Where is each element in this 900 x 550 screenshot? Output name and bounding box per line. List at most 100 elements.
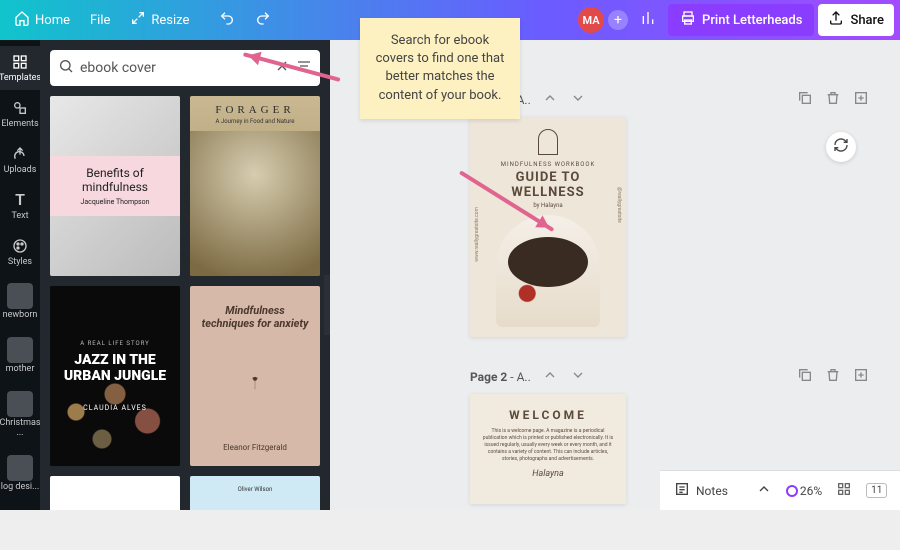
bar-chart-icon [640, 10, 656, 30]
resize-icon [130, 10, 146, 30]
page-header: Page 2 - A.. [470, 367, 870, 386]
notes-label: Notes [696, 484, 728, 498]
search-icon [58, 58, 74, 78]
templates-icon [10, 52, 30, 72]
page-header: Page 1 - A.. [470, 90, 870, 109]
page-move-up-button[interactable] [541, 367, 559, 386]
rail-uploads[interactable]: Uploads [0, 138, 40, 182]
redo-icon [255, 10, 271, 30]
annotation-note: Search for ebook covers to find one that… [360, 18, 520, 119]
rail-templates[interactable]: Templates [0, 46, 40, 90]
rail-label: newborn [3, 311, 38, 321]
share-icon [828, 10, 844, 30]
resize-label: Resize [151, 13, 189, 28]
template-card[interactable]: Benefits of mindfulness Jacqueline Thomp… [50, 96, 180, 276]
template-subtitle: A Journey in Food and Nature [216, 118, 295, 125]
canvas-page[interactable]: WELCOME This is a welcome page. A magazi… [470, 394, 626, 504]
home-button[interactable]: Home [6, 5, 78, 35]
template-preview [190, 330, 320, 435]
page-move-down-button[interactable] [569, 90, 587, 109]
annotation-text: Search for ebook covers to find one that… [376, 33, 505, 103]
insights-button[interactable] [632, 5, 664, 35]
rail-project-mother[interactable]: mother [0, 329, 40, 381]
doc-title: GUIDE TOWELLNESS [511, 170, 584, 200]
styles-icon [10, 236, 30, 256]
template-title: Benefits of mindfulness [58, 166, 172, 194]
notes-button[interactable]: Notes [674, 481, 728, 500]
template-card[interactable]: FORAGER A Journey in Food and Nature [190, 96, 320, 276]
slider-knob-icon [786, 485, 798, 497]
rail-project-newborn[interactable]: newborn [0, 275, 40, 327]
text-icon: T [10, 190, 30, 210]
add-page-button[interactable] [852, 90, 870, 109]
rail-label: Elements [1, 120, 38, 130]
avatar[interactable]: MA [578, 7, 604, 33]
template-card[interactable]: Oliver Wilson [190, 476, 320, 510]
rail-project-christmas[interactable]: Christmas ... [0, 383, 40, 445]
duplicate-page-button[interactable] [796, 367, 814, 386]
add-page-button[interactable] [852, 367, 870, 386]
template-search [50, 50, 320, 86]
refresh-icon [833, 137, 849, 157]
template-title: JAZZ IN THEURBAN JUNGLE [64, 353, 166, 384]
template-card[interactable]: Mindfulness techniques for anxiety Elean… [190, 286, 320, 466]
template-preview: Benefits of mindfulness Jacqueline Thomp… [50, 156, 180, 216]
resize-button[interactable]: Resize [122, 5, 197, 35]
collapse-pages-button[interactable] [756, 481, 772, 500]
clear-search-button[interactable] [274, 58, 290, 78]
rail-label: Styles [8, 258, 32, 268]
undo-button[interactable] [211, 5, 243, 35]
canvas-page[interactable]: MINDFULNESS WORKBOOK GUIDE TOWELLNESS by… [470, 117, 626, 337]
doc-title: WELCOME [509, 408, 587, 422]
refresh-canvas-button[interactable] [826, 132, 856, 162]
rail-label: Text [11, 212, 28, 222]
home-label: Home [35, 13, 70, 28]
avatar-initials: MA [582, 14, 599, 27]
rail-label: log desi... [1, 483, 39, 493]
template-author: Eleanor Fitzgerald [223, 443, 287, 452]
doc-byline: by Halayna [533, 202, 562, 209]
undo-icon [219, 10, 235, 30]
template-card[interactable]: MEMORIESOF THE SEA A ROMANTIC JOURNEY TO… [50, 476, 180, 510]
rail-label: Christmas ... [0, 419, 41, 439]
grid-view-button[interactable] [836, 481, 852, 500]
elements-icon [10, 98, 30, 118]
print-icon [680, 10, 696, 30]
redo-button[interactable] [247, 5, 279, 35]
template-card[interactable]: A REAL LIFE STORY JAZZ IN THEURBAN JUNGL… [50, 286, 180, 466]
delete-page-button[interactable] [824, 367, 842, 386]
file-label: File [90, 13, 110, 28]
rail-project-log[interactable]: log desi... [0, 447, 40, 499]
add-member-button[interactable]: + [608, 10, 628, 30]
page-count-badge[interactable]: 11 [866, 483, 887, 498]
duplicate-page-button[interactable] [796, 90, 814, 109]
doc-side-text: www.reallygreatsite.com [474, 207, 480, 262]
page-label: Page 2 - A.. [470, 370, 531, 384]
doc-body: This is a welcome page. A magazine is a … [482, 428, 614, 463]
delete-page-button[interactable] [824, 90, 842, 109]
home-icon [14, 10, 30, 30]
uploads-icon [10, 144, 30, 164]
search-filters-button[interactable] [296, 58, 312, 78]
thumbnail-icon [7, 337, 33, 363]
template-title: FORAGER [215, 104, 294, 116]
doc-image [496, 215, 600, 327]
share-button[interactable]: Share [818, 4, 894, 36]
thumbnail-icon [7, 283, 33, 309]
template-preview [190, 131, 320, 276]
file-menu[interactable]: File [82, 8, 118, 33]
doc-signature: Halayna [532, 469, 564, 479]
template-author: Oliver Wilson [238, 486, 273, 493]
print-letterheads-button[interactable]: Print Letterheads [668, 4, 814, 36]
search-input[interactable] [80, 60, 268, 76]
doc-side-text: @reallygreatsite [616, 187, 622, 223]
page-move-down-button[interactable] [569, 367, 587, 386]
rail-styles[interactable]: Styles [0, 230, 40, 274]
zoom-value[interactable]: 26% [800, 484, 822, 498]
template-pretitle: A REAL LIFE STORY [64, 340, 166, 347]
template-grid: Benefits of mindfulness Jacqueline Thomp… [50, 96, 320, 510]
page-move-up-button[interactable] [541, 90, 559, 109]
rail-elements[interactable]: Elements [0, 92, 40, 136]
rail-text[interactable]: T Text [0, 184, 40, 228]
doc-logo-icon [538, 129, 558, 155]
